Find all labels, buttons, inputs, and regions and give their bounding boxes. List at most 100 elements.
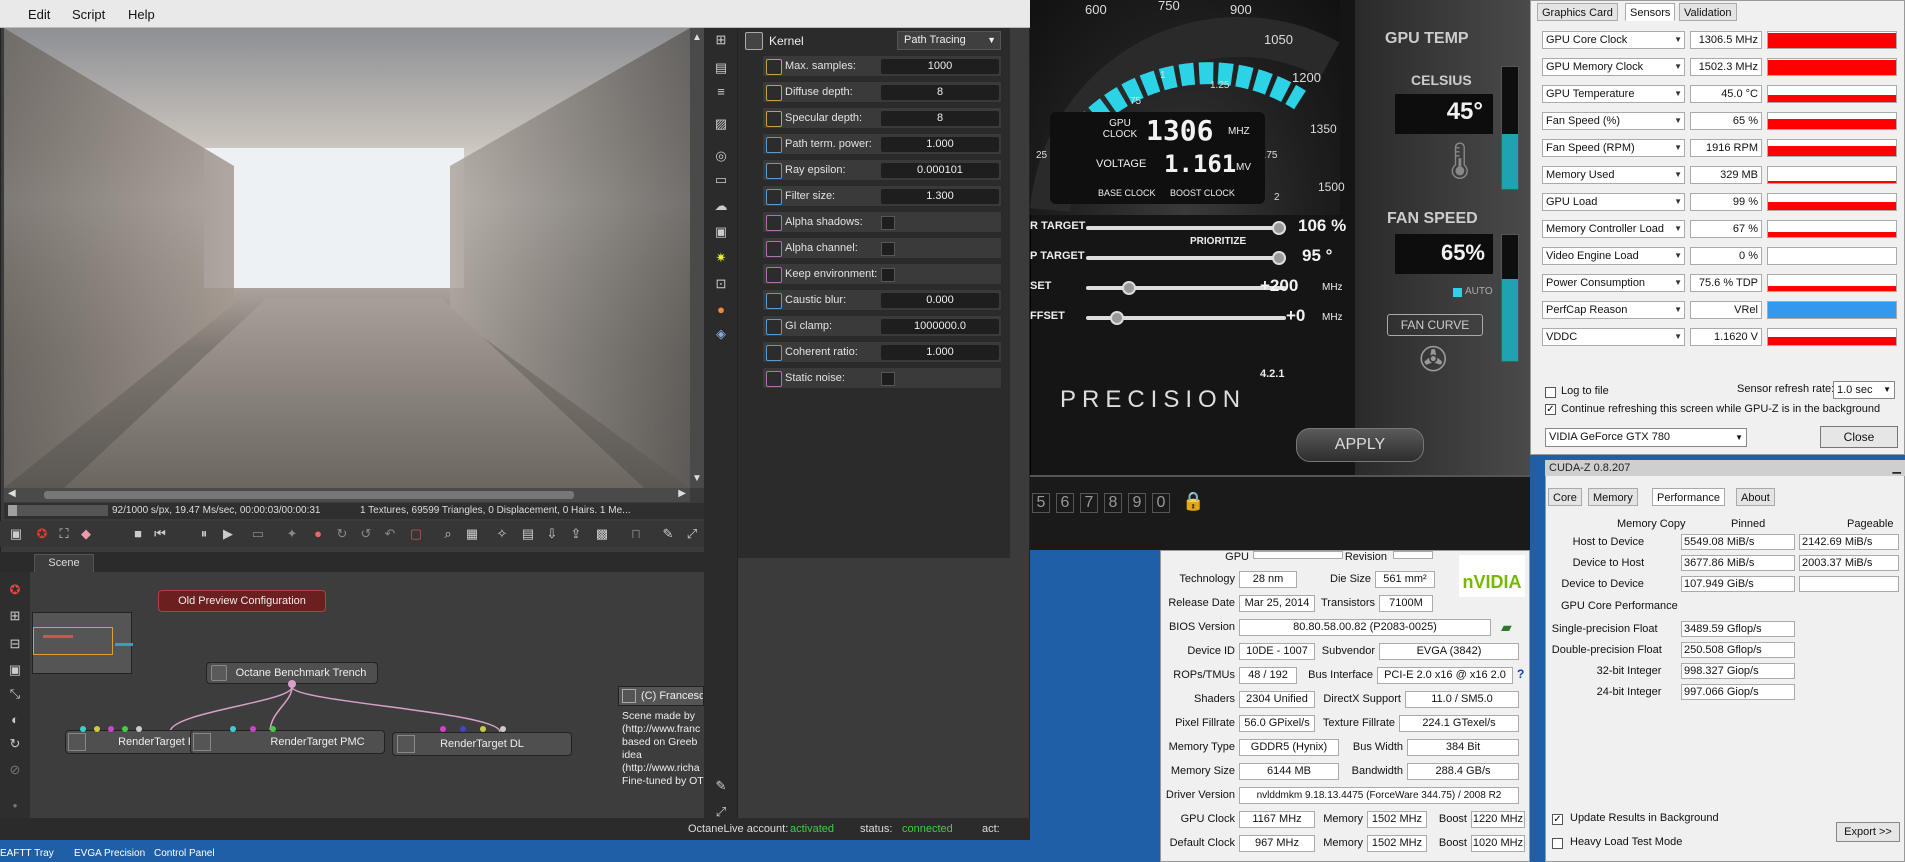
kernel-param-checkbox[interactable] — [881, 242, 895, 256]
tab-graphics-card[interactable]: Graphics Card — [1537, 3, 1618, 21]
scroll-left-icon[interactable]: ◀ — [8, 488, 16, 499]
profile-5[interactable]: 5 — [1032, 493, 1050, 513]
sensor-name-select[interactable]: Fan Speed (%) — [1542, 112, 1685, 130]
pin[interactable] — [270, 726, 276, 732]
help-icon[interactable]: ? — [1517, 667, 1524, 681]
lock-view-icon[interactable]: ▢ — [408, 526, 424, 542]
pin[interactable] — [480, 726, 486, 732]
pin[interactable] — [136, 726, 142, 732]
scroll-down-icon[interactable]: ▼ — [692, 473, 702, 484]
inspector-icon[interactable]: ⊞ — [713, 32, 729, 48]
sensor-name-select[interactable]: PerfCap Reason — [1542, 301, 1685, 319]
region-icon[interactable]: ⛶ — [56, 526, 72, 542]
scroll-right-icon[interactable]: ▶ — [678, 488, 686, 499]
tab-performance[interactable]: Performance — [1652, 488, 1725, 506]
recycle-icon[interactable]: ✪ — [34, 526, 50, 542]
refresh-rate-select[interactable]: 1.0 sec ▼ — [1833, 381, 1895, 399]
material-icon[interactable]: ● — [713, 302, 729, 318]
viewport-horizontal-scrollbar[interactable]: ◀ ▶ — [4, 488, 690, 502]
pin[interactable] — [94, 726, 100, 732]
tab-validation[interactable]: Validation — [1679, 3, 1737, 21]
kernel-param-row[interactable]: Alpha shadows: — [762, 211, 1002, 233]
display-icon[interactable]: ▭ — [250, 526, 266, 542]
tab-about[interactable]: About — [1736, 488, 1775, 506]
profile-9[interactable]: 9 — [1128, 493, 1146, 513]
node-recycle-icon[interactable]: ✪ — [7, 582, 23, 598]
material-pick-icon[interactable]: ● — [310, 526, 326, 542]
image-icon[interactable]: ▨ — [713, 116, 729, 132]
profile-6[interactable]: 6 — [1056, 493, 1074, 513]
menu-script[interactable]: Script — [72, 7, 105, 22]
sensor-name-select[interactable]: Power Consumption — [1542, 274, 1685, 292]
kernel-param-value[interactable]: 1000 — [881, 59, 999, 74]
lock-icon[interactable]: 🔒 — [1182, 491, 1204, 512]
kernel-param-value[interactable]: 1.300 — [881, 189, 999, 204]
settings-wrench-icon[interactable]: ✎ — [713, 778, 729, 794]
light-icon[interactable]: ✷ — [713, 250, 729, 266]
sensor-name-select[interactable]: Video Engine Load — [1542, 247, 1685, 265]
continue-refresh-checkbox[interactable]: ✓ — [1545, 404, 1556, 415]
render-queue-icon[interactable]: ▩ — [594, 526, 610, 542]
gpu-offset-knob[interactable] — [1122, 281, 1136, 295]
crop-icon[interactable]: ↶ — [382, 526, 398, 542]
temp-target-knob[interactable] — [1272, 251, 1286, 265]
sensor-name-select[interactable]: GPU Temperature — [1542, 85, 1685, 103]
fan-curve-button[interactable]: FAN CURVE — [1387, 314, 1483, 336]
taskbar-item[interactable]: EVGA Precision — [74, 848, 145, 859]
profile-8[interactable]: 8 — [1104, 493, 1122, 513]
pin[interactable] — [500, 726, 506, 732]
kernel-param-row[interactable]: Filter size: 1.300 — [762, 185, 1002, 207]
comment-node[interactable]: (C) Francesco — [618, 686, 704, 706]
imager-icon[interactable]: ▣ — [713, 224, 729, 240]
kernel-param-value[interactable]: 0.000 — [881, 293, 999, 308]
kernel-param-value[interactable]: 8 — [881, 85, 999, 100]
kernel-param-row[interactable]: Static noise: — [762, 367, 1002, 389]
node-grid-icon[interactable]: ⊞ — [7, 608, 23, 624]
folder-icon[interactable]: ▤ — [520, 526, 536, 542]
kernel-param-row[interactable]: Specular depth: 8 — [762, 107, 1002, 129]
kernel-param-row[interactable]: GI clamp: 1000000.0 — [762, 315, 1002, 337]
pick-icon[interactable]: ✦ — [284, 526, 300, 542]
focus-pick-icon[interactable]: ↻ — [334, 526, 350, 542]
render-target-pmc-node[interactable]: RenderTarget PMC — [190, 730, 385, 754]
grid-icon[interactable]: ▦ — [464, 526, 480, 542]
kernel-param-value[interactable]: 1.000 — [881, 345, 999, 360]
color-icon[interactable]: ◆ — [78, 526, 94, 542]
play-icon[interactable]: ▶ — [220, 526, 236, 542]
kernel-param-row[interactable]: Alpha channel: — [762, 237, 1002, 259]
magic-icon[interactable]: ✧ — [494, 526, 510, 542]
bios-save-icon[interactable]: ▰ — [1501, 619, 1512, 636]
node-link-icon[interactable]: ⊘ — [7, 762, 23, 778]
taskbar-item[interactable]: EAFTT Tray — [0, 848, 54, 859]
tab-sensors[interactable]: Sensors — [1625, 3, 1676, 21]
pause-icon[interactable]: ⏸ — [196, 526, 212, 542]
kernel-param-row[interactable]: Coherent ratio: 1.000 — [762, 341, 1002, 363]
kernel-param-row[interactable]: Max. samples: 1000 — [762, 55, 1002, 77]
kernel-param-value[interactable]: 0.000101 — [881, 163, 999, 178]
menu-edit[interactable]: Edit — [28, 7, 50, 22]
node-refresh-icon[interactable]: ↻ — [7, 736, 23, 752]
lock-icon[interactable]: ⊓ — [628, 526, 644, 542]
sensor-name-select[interactable]: GPU Memory Clock — [1542, 58, 1685, 76]
minimize-icon[interactable]: ▁ — [1893, 460, 1901, 476]
kernel-param-checkbox[interactable] — [881, 216, 895, 230]
kernel-param-value[interactable]: 8 — [881, 111, 999, 126]
sensor-name-select[interactable]: Memory Controller Load — [1542, 220, 1685, 238]
postprocess-icon[interactable]: ⊡ — [713, 276, 729, 292]
auto-checkbox[interactable] — [1453, 288, 1462, 297]
horizontal-scroll-thumb[interactable] — [44, 491, 574, 499]
environment-icon[interactable]: ☁ — [713, 198, 729, 214]
menu-help[interactable]: Help — [128, 7, 155, 22]
close-button[interactable]: Close — [1820, 426, 1898, 448]
fullscreen-icon[interactable]: ⤢ — [684, 526, 700, 542]
tab-scene[interactable]: Scene — [34, 554, 94, 572]
viewport-vertical-scrollbar[interactable]: ▲ ▼ — [690, 28, 704, 488]
wrench-icon[interactable]: ✎ — [660, 526, 676, 542]
gpu-select[interactable]: VIDIA GeForce GTX 780 ▼ — [1545, 428, 1747, 447]
kernel-param-row[interactable]: Keep environment: — [762, 263, 1002, 285]
node-graph[interactable]: Old Preview Configuration Octane Benchma… — [30, 572, 704, 818]
pin[interactable] — [230, 726, 236, 732]
export-icon[interactable]: ⇪ — [568, 526, 584, 542]
kernel-param-row[interactable]: Caustic blur: 0.000 — [762, 289, 1002, 311]
sensor-name-select[interactable]: Memory Used — [1542, 166, 1685, 184]
